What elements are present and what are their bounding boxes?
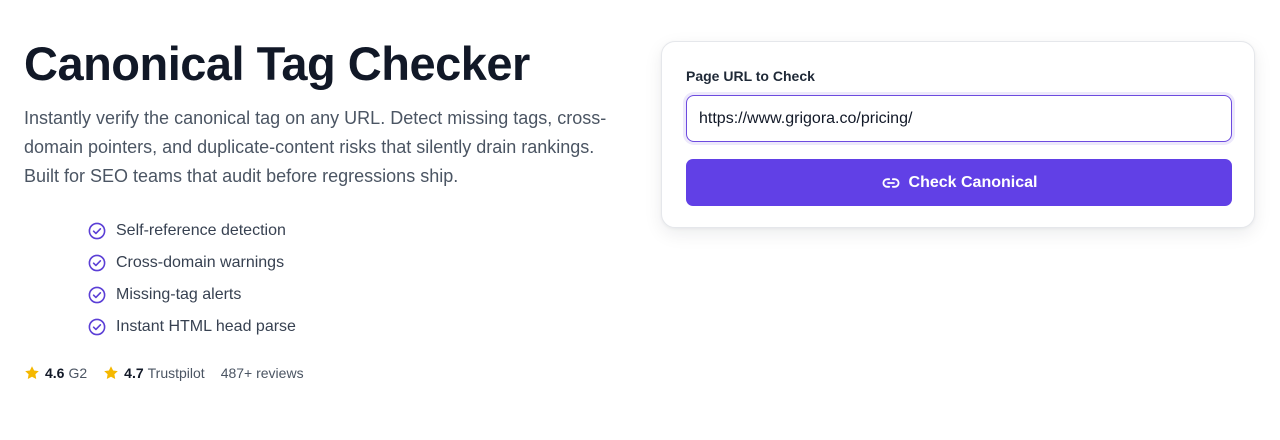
check-circle-icon bbox=[88, 286, 106, 304]
rating-score: 4.6 bbox=[45, 365, 65, 381]
check-canonical-button[interactable]: Check Canonical bbox=[686, 159, 1232, 206]
feature-item: Missing-tag alerts bbox=[88, 279, 634, 311]
rating-score: 4.7 bbox=[124, 365, 144, 381]
feature-label: Missing-tag alerts bbox=[116, 286, 242, 303]
feature-list: Self-reference detection Cross-domain wa… bbox=[88, 215, 634, 343]
check-circle-icon bbox=[88, 254, 106, 272]
hero-description: Instantly verify the canonical tag on an… bbox=[24, 108, 607, 186]
rating-g2: 4.6 G2 bbox=[24, 365, 87, 381]
rating-source: Trustpilot bbox=[147, 365, 205, 381]
link-icon bbox=[881, 173, 901, 193]
feature-item: Self-reference detection bbox=[88, 215, 634, 247]
star-icon bbox=[103, 365, 119, 381]
page-title: Canonical Tag Checker bbox=[24, 37, 530, 90]
feature-label: Cross-domain warnings bbox=[116, 254, 285, 271]
url-check-card: Page URL to Check Check Canonical bbox=[661, 41, 1255, 228]
check-circle-icon bbox=[88, 318, 106, 336]
feature-item: Cross-domain warnings bbox=[88, 247, 634, 279]
feature-label: Self-reference detection bbox=[116, 222, 286, 239]
hero-section: Canonical Tag Checker Instantly verify t… bbox=[24, 36, 634, 381]
feature-label: Instant HTML head parse bbox=[116, 318, 296, 335]
feature-item: Instant HTML head parse bbox=[88, 311, 634, 343]
check-circle-icon bbox=[88, 222, 106, 240]
star-icon bbox=[24, 365, 40, 381]
review-count: 487+ reviews bbox=[220, 365, 304, 381]
rating-source: G2 bbox=[68, 365, 88, 381]
check-canonical-label: Check Canonical bbox=[908, 173, 1038, 191]
ratings-bar: 4.6 G2 4.7 Trustpilot 487+ reviews bbox=[24, 365, 634, 381]
page: Canonical Tag Checker Instantly verify t… bbox=[0, 0, 1280, 440]
rating-trustpilot: 4.7 Trustpilot bbox=[103, 365, 205, 381]
url-input[interactable] bbox=[686, 95, 1232, 142]
url-field-label: Page URL to Check bbox=[686, 68, 815, 84]
